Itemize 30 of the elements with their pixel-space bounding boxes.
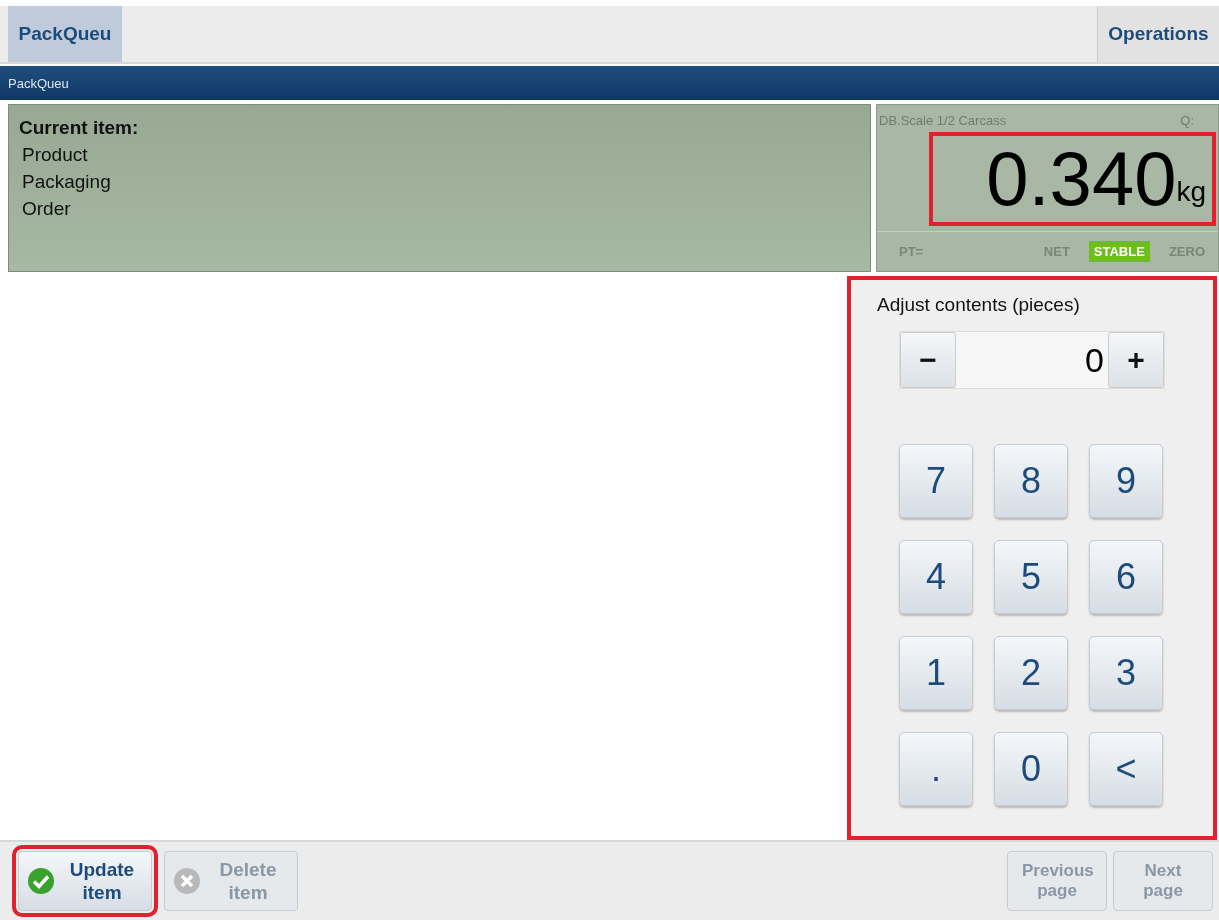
nav-tab[interactable]: Operations xyxy=(1097,6,1219,62)
keypad-key[interactable]: 5 xyxy=(994,540,1068,614)
keypad-key[interactable]: 8 xyxy=(994,444,1068,518)
keypad-key[interactable]: 4 xyxy=(899,540,973,614)
nav-tab[interactable]: PackQueu xyxy=(8,6,122,62)
field-label: Product xyxy=(21,144,89,166)
current-item-title: Current item: xyxy=(19,117,140,139)
keypad-key[interactable]: 0 xyxy=(994,732,1068,806)
adjust-title: Adjust contents (pieces) xyxy=(877,294,1081,316)
keypad-key[interactable]: . xyxy=(899,732,973,806)
weight-value: 0.340 xyxy=(986,136,1177,222)
quantity-value: 0 xyxy=(1084,340,1105,380)
field-label: Packaging xyxy=(21,171,112,193)
keypad-key[interactable]: 3 xyxy=(1089,636,1163,710)
keypad-key[interactable]: < xyxy=(1089,732,1163,806)
keypad-key[interactable]: 7 xyxy=(899,444,973,518)
increment-button[interactable]: + xyxy=(1108,332,1164,388)
keypad-key[interactable]: 2 xyxy=(994,636,1068,710)
breadcrumb: PackQueu xyxy=(8,75,69,91)
scale-name: DB.Scale 1/2 Carcass xyxy=(879,113,1007,128)
field-label: Order xyxy=(21,198,72,220)
keypad-key[interactable]: 6 xyxy=(1089,540,1163,614)
status-indicator: STABLE xyxy=(1088,241,1150,262)
weight-unit: kg xyxy=(1176,176,1206,208)
keypad-key[interactable]: 1 xyxy=(899,636,973,710)
close-icon xyxy=(173,867,201,895)
q-label: Q: xyxy=(1180,113,1194,128)
decrement-button[interactable]: − xyxy=(900,332,956,388)
check-icon xyxy=(27,867,55,895)
keypad-key[interactable]: 9 xyxy=(1089,444,1163,518)
